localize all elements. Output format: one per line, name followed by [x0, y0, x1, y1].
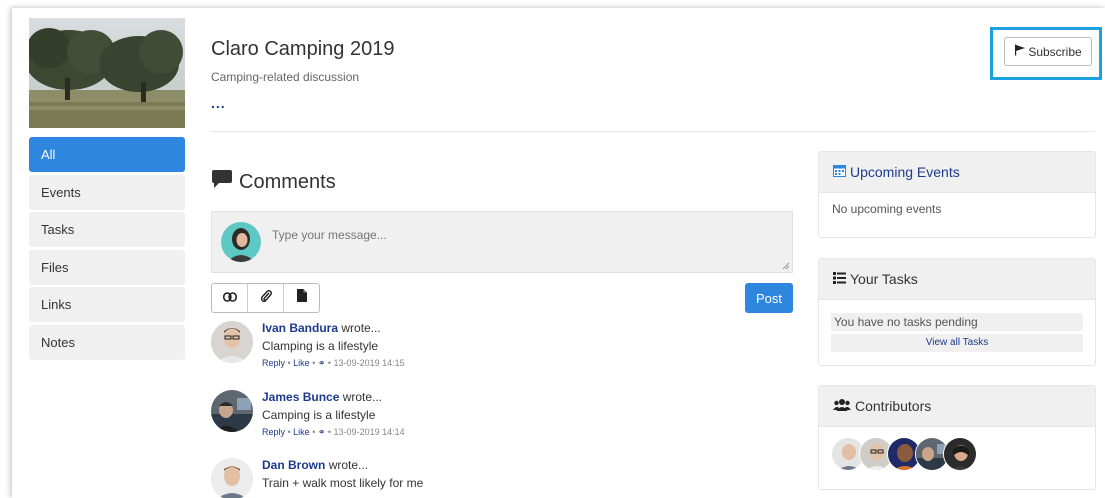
reply-link[interactable]: Reply — [262, 358, 285, 368]
permalink-icon[interactable]: ⚭ — [318, 358, 326, 368]
contributors-panel: Contributors — [818, 385, 1096, 490]
comment-author[interactable]: Ivan Bandura — [262, 321, 338, 335]
your-tasks-header: Your Tasks — [819, 259, 1095, 300]
comment-input[interactable] — [272, 228, 772, 242]
upcoming-events-empty: No upcoming events — [832, 202, 942, 216]
comment-wrote: wrote... — [341, 321, 381, 335]
contributors-title: Contributors — [855, 398, 932, 414]
nav-item-files[interactable]: Files — [29, 249, 185, 285]
calendar-icon — [833, 164, 846, 180]
more-options-link[interactable]: ... — [211, 95, 226, 111]
comments-heading: Comments — [211, 169, 336, 195]
insert-link-button[interactable] — [212, 284, 248, 312]
group-cover-image — [29, 18, 185, 128]
permalink-icon[interactable]: ⚭ — [318, 427, 326, 437]
comment-composer — [211, 211, 793, 273]
nav-item-notes[interactable]: Notes — [29, 324, 185, 360]
no-tasks-message: You have no tasks pending — [831, 313, 1083, 331]
comment-meta: Reply • Like • ⚭ • 13-09-2019 14:15 — [262, 358, 405, 368]
comment-text: Clamping is a lifestyle — [262, 339, 379, 353]
page-title: Claro Camping 2019 — [211, 38, 395, 60]
attach-document-button[interactable] — [284, 284, 319, 312]
your-tasks-panel: Your Tasks You have no tasks pending Vie… — [818, 258, 1096, 366]
contributors-list — [819, 427, 1095, 481]
resize-handle-icon[interactable] — [782, 262, 790, 270]
subscribe-label: Subscribe — [1028, 44, 1082, 59]
avatar — [211, 321, 253, 363]
comment-author[interactable]: Dan Brown — [262, 458, 325, 472]
comment-icon — [211, 169, 233, 195]
nav-item-events[interactable]: Events — [29, 174, 185, 210]
current-user-avatar — [221, 222, 261, 262]
reply-link[interactable]: Reply — [262, 427, 285, 437]
nav-item-links[interactable]: Links — [29, 287, 185, 323]
comment-timestamp: 13-09-2019 14:14 — [333, 427, 405, 437]
link-icon — [222, 289, 237, 307]
comment-text: Train + walk most likely for me — [262, 476, 424, 490]
comment-wrote: wrote... — [328, 458, 369, 472]
view-all-tasks-link[interactable]: View all Tasks — [831, 334, 1083, 352]
avatar[interactable] — [943, 437, 977, 471]
like-link[interactable]: Like — [293, 358, 310, 368]
upcoming-events-title: Upcoming Events — [850, 164, 960, 180]
avatar — [211, 390, 253, 432]
users-icon — [833, 398, 851, 414]
subscribe-button[interactable]: Subscribe — [1004, 37, 1092, 66]
attach-file-button[interactable] — [248, 284, 284, 312]
post-button[interactable]: Post — [745, 283, 793, 313]
group-subtitle: Camping-related discussion — [211, 70, 360, 84]
group-nav: All Events Tasks Files Links Notes — [29, 137, 185, 363]
comment-timestamp: 13-09-2019 14:15 — [333, 358, 405, 368]
like-link[interactable]: Like — [293, 427, 310, 437]
flag-icon — [1014, 44, 1026, 59]
comment-author[interactable]: James Bunce — [262, 390, 339, 404]
nav-item-all[interactable]: All — [29, 137, 185, 172]
comment-text: Camping is a lifestyle — [262, 408, 376, 422]
comment-meta: Reply • Like • ⚭ • 13-09-2019 14:14 — [262, 427, 405, 437]
header-divider — [211, 131, 1095, 132]
document-icon — [296, 289, 307, 307]
task-list-icon — [833, 271, 846, 287]
comment-wrote: wrote... — [342, 390, 383, 404]
your-tasks-title: Your Tasks — [850, 271, 918, 287]
nav-item-tasks[interactable]: Tasks — [29, 212, 185, 248]
comments-title: Comments — [239, 170, 336, 193]
avatar — [211, 458, 253, 498]
upcoming-events-panel: Upcoming Events No upcoming events — [818, 151, 1096, 238]
upcoming-events-header[interactable]: Upcoming Events — [819, 152, 1095, 193]
contributors-header: Contributors — [819, 386, 1095, 427]
paperclip-icon — [260, 289, 272, 308]
composer-toolbar — [211, 283, 320, 313]
